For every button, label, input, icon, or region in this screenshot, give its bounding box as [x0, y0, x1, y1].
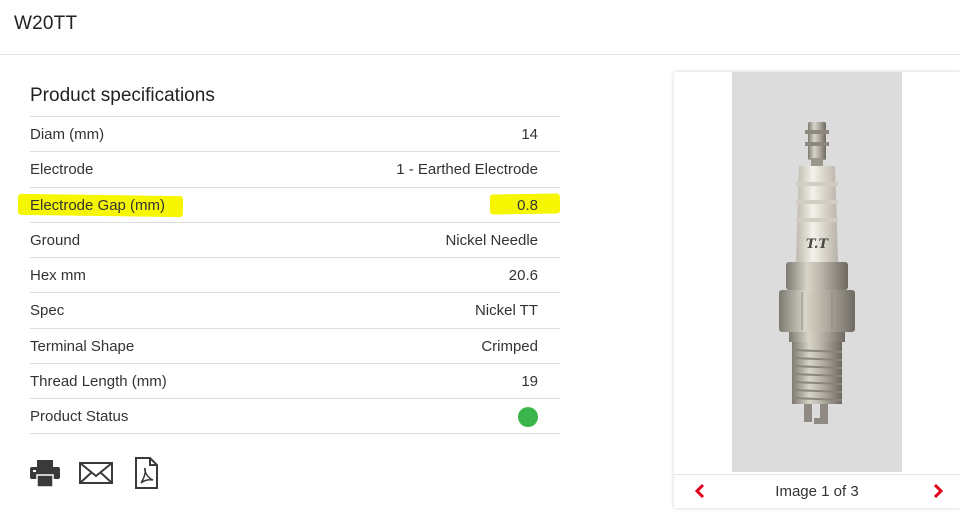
email-icon — [79, 462, 113, 484]
spec-label: Diam (mm) — [30, 126, 105, 143]
spec-value: Nickel Needle — [445, 231, 538, 249]
spec-value: 0.8 — [517, 196, 538, 214]
spec-label: Hex mm — [30, 267, 86, 284]
specifications-panel: Product specifications Diam (mm) 14 Elec… — [17, 84, 561, 435]
spec-row-diam: Diam (mm) 14 — [30, 117, 560, 153]
spark-plug-image: T.T — [779, 122, 855, 424]
spec-label: Terminal Shape — [30, 337, 135, 355]
spec-value: 19 — [521, 372, 538, 390]
spec-label: Electrode — [30, 161, 94, 179]
product-image[interactable]: T.T — [674, 72, 960, 472]
spec-value: 1 - Earthed Electrode — [396, 161, 538, 179]
print-icon — [30, 460, 60, 488]
spec-row-ground: Ground Nickel Needle — [30, 223, 560, 258]
spec-row-product-status: Product Status — [30, 399, 560, 435]
svg-text:T.T: T.T — [806, 237, 830, 252]
spec-value: 20.6 — [508, 267, 538, 284]
email-button[interactable] — [78, 456, 114, 495]
spec-row-terminal-shape: Terminal Shape Crimped — [30, 329, 560, 364]
spec-row-electrode: Electrode 1 - Earthed Electrode — [30, 152, 560, 188]
pdf-icon — [135, 457, 158, 489]
header-bar: W20TT — [0, 0, 960, 55]
chevron-right-icon — [933, 483, 944, 499]
next-image-button[interactable] — [930, 483, 946, 499]
product-title: W20TT — [14, 13, 78, 34]
image-gallery: T.T Image 1 of 3 — [674, 72, 960, 508]
spec-row-spec: Spec Nickel TT — [30, 293, 560, 329]
spec-value: 14 — [521, 126, 538, 143]
spec-row-thread-length: Thread Length (mm) 19 — [30, 364, 560, 399]
gallery-navigation: Image 1 of 3 — [674, 474, 960, 508]
status-indicator — [518, 407, 538, 427]
spec-row-hex: Hex mm 20.6 — [30, 258, 560, 294]
spec-label: Ground — [30, 231, 81, 249]
spec-label: Spec — [30, 302, 65, 320]
spec-row-electrode-gap: Electrode Gap (mm) 0.8 — [17, 188, 561, 223]
spec-label: Electrode Gap (mm) — [30, 196, 166, 214]
print-button[interactable] — [28, 456, 62, 495]
image-counter: Image 1 of 3 — [775, 483, 859, 500]
spec-label: Product Status — [30, 408, 129, 425]
spec-value: Nickel TT — [474, 302, 538, 320]
specifications-heading: Product specifications — [30, 84, 560, 117]
pdf-button[interactable] — [132, 456, 160, 495]
spec-value: Crimped — [481, 337, 538, 355]
spec-label: Thread Length (mm) — [30, 372, 167, 390]
